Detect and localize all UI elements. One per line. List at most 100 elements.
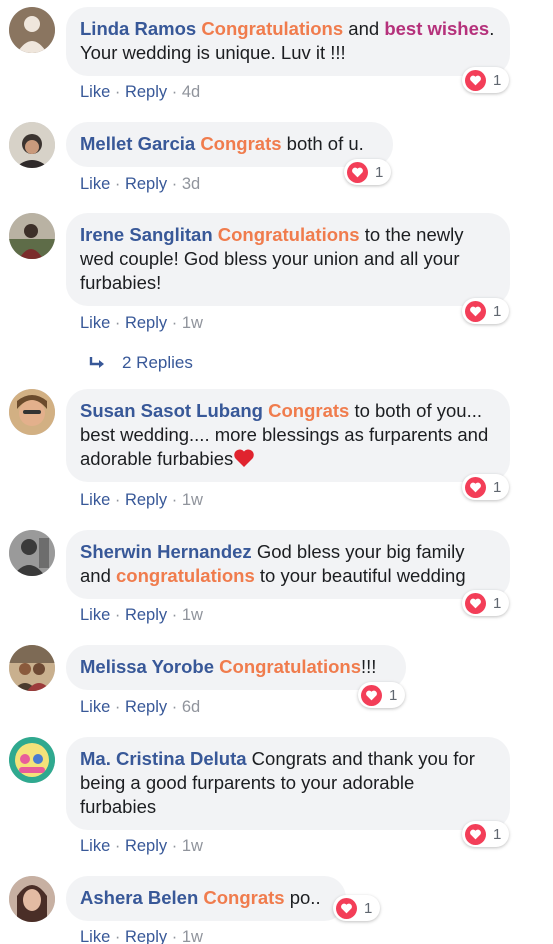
highlight-text: Congrats <box>200 133 282 154</box>
reply-arrow-icon <box>89 357 104 368</box>
avatar[interactable] <box>9 389 55 435</box>
comment-bubble: Susan Sasot Lubang Congrats to both of y… <box>66 389 510 482</box>
reaction-badge[interactable]: 1 <box>344 159 392 185</box>
reaction-badge[interactable]: 1 <box>462 590 510 616</box>
separator: · <box>114 175 121 193</box>
comment-text: po.. <box>284 887 321 908</box>
comment-actions: Like · Reply · 1w <box>80 927 203 944</box>
comment-bubble: Mellet Garcia Congrats both of u. <box>66 122 393 167</box>
separator: · <box>114 83 121 101</box>
like-link[interactable]: Like <box>80 491 110 509</box>
love-reaction-icon <box>361 684 382 706</box>
reply-link[interactable]: Reply <box>125 491 167 509</box>
separator: · <box>171 837 178 855</box>
like-link[interactable]: Like <box>80 698 110 716</box>
timestamp[interactable]: 1w <box>182 837 203 855</box>
reaction-badge[interactable]: 1 <box>462 298 510 324</box>
separator: · <box>171 928 178 944</box>
separator: · <box>171 83 178 101</box>
avatar[interactable] <box>9 876 55 922</box>
highlight-text: congratulations <box>116 565 255 586</box>
avatar[interactable] <box>9 530 55 576</box>
like-link[interactable]: Like <box>80 928 110 944</box>
red-heart-emoji <box>234 449 255 467</box>
reaction-badge[interactable]: 1 <box>333 895 381 921</box>
comment-actions: Like · Reply · 1w <box>80 605 203 625</box>
reaction-count: 1 <box>375 163 384 181</box>
avatar[interactable] <box>9 122 55 168</box>
comment-bubble: Irene Sanglitan Congratulations to the n… <box>66 213 510 306</box>
love-reaction-icon <box>465 300 486 322</box>
comment-author[interactable]: Ashera Belen <box>80 887 198 908</box>
timestamp[interactable]: 4d <box>182 83 200 101</box>
timestamp[interactable]: 6d <box>182 698 200 716</box>
reply-link[interactable]: Reply <box>125 928 167 944</box>
highlight-text: Congrats <box>268 400 350 421</box>
reaction-count: 1 <box>493 825 502 843</box>
reaction-count: 1 <box>364 899 373 917</box>
like-link[interactable]: Like <box>80 314 110 332</box>
comment-actions: Like · Reply · 4d <box>80 82 200 102</box>
comment-author[interactable]: Ma. Cristina Deluta <box>80 748 247 769</box>
comment-bubble: Ashera Belen Congrats po.. <box>66 876 346 921</box>
avatar[interactable] <box>9 737 55 783</box>
like-link[interactable]: Like <box>80 606 110 624</box>
like-link[interactable]: Like <box>80 837 110 855</box>
comment-bubble: Melissa Yorobe Congratulations!!! <box>66 645 406 690</box>
comment-author[interactable]: Linda Ramos <box>80 18 196 39</box>
reaction-badge[interactable]: 1 <box>462 67 510 93</box>
separator: · <box>171 698 178 716</box>
reply-link[interactable]: Reply <box>125 83 167 101</box>
highlight-text: Congratulations <box>219 656 361 677</box>
like-link[interactable]: Like <box>80 175 110 193</box>
reply-link[interactable]: Reply <box>125 698 167 716</box>
separator: · <box>171 491 178 509</box>
comment-actions: Like · Reply · 3d <box>80 174 200 194</box>
avatar[interactable] <box>9 645 55 691</box>
comment-text: to your beautiful wedding <box>254 565 466 586</box>
comment-text: both of u. <box>281 133 364 154</box>
comment-author[interactable]: Mellet Garcia <box>80 133 195 154</box>
comment-actions: Like · Reply · 1w <box>80 490 203 510</box>
highlight-text: Congrats <box>203 887 285 908</box>
comment-author[interactable]: Melissa Yorobe <box>80 656 214 677</box>
separator: · <box>114 606 121 624</box>
reply-link[interactable]: Reply <box>125 606 167 624</box>
highlight-text: Congratulations <box>217 224 360 245</box>
like-link[interactable]: Like <box>80 83 110 101</box>
comment-actions: Like · Reply · 1w <box>80 313 203 333</box>
love-reaction-icon <box>465 476 486 498</box>
avatar[interactable] <box>9 213 55 259</box>
timestamp[interactable]: 3d <box>182 175 200 193</box>
timestamp[interactable]: 1w <box>182 606 203 624</box>
timestamp[interactable]: 1w <box>182 314 203 332</box>
comment-actions: Like · Reply · 6d <box>80 697 200 717</box>
highlight-text: Congratulations <box>201 18 344 39</box>
replies-count-label[interactable]: 2 Replies <box>122 353 193 373</box>
timestamp[interactable]: 1w <box>182 928 203 944</box>
view-replies-link[interactable]: 2 Replies <box>88 353 193 373</box>
separator: · <box>171 606 178 624</box>
comment-author[interactable]: Irene Sanglitan <box>80 224 213 245</box>
comment-text: !!! <box>361 656 377 677</box>
timestamp[interactable]: 1w <box>182 491 203 509</box>
separator: · <box>171 175 178 193</box>
reaction-count: 1 <box>493 594 502 612</box>
reaction-badge[interactable]: 1 <box>358 682 406 708</box>
reply-link[interactable]: Reply <box>125 314 167 332</box>
love-reaction-icon <box>465 69 486 91</box>
reply-link[interactable]: Reply <box>125 175 167 193</box>
comment-author[interactable]: Sherwin Hernandez <box>80 541 252 562</box>
reaction-badge[interactable]: 1 <box>462 821 510 847</box>
separator: · <box>114 314 121 332</box>
comment-bubble: Sherwin Hernandez God bless your big fam… <box>66 530 510 599</box>
reaction-badge[interactable]: 1 <box>462 474 510 500</box>
comment-text: and <box>343 18 385 39</box>
avatar[interactable] <box>9 7 55 53</box>
comment-author[interactable]: Susan Sasot Lubang <box>80 400 263 421</box>
reaction-count: 1 <box>389 686 398 704</box>
reply-link[interactable]: Reply <box>125 837 167 855</box>
love-reaction-icon <box>336 897 357 919</box>
separator: · <box>114 491 121 509</box>
separator: · <box>114 698 121 716</box>
